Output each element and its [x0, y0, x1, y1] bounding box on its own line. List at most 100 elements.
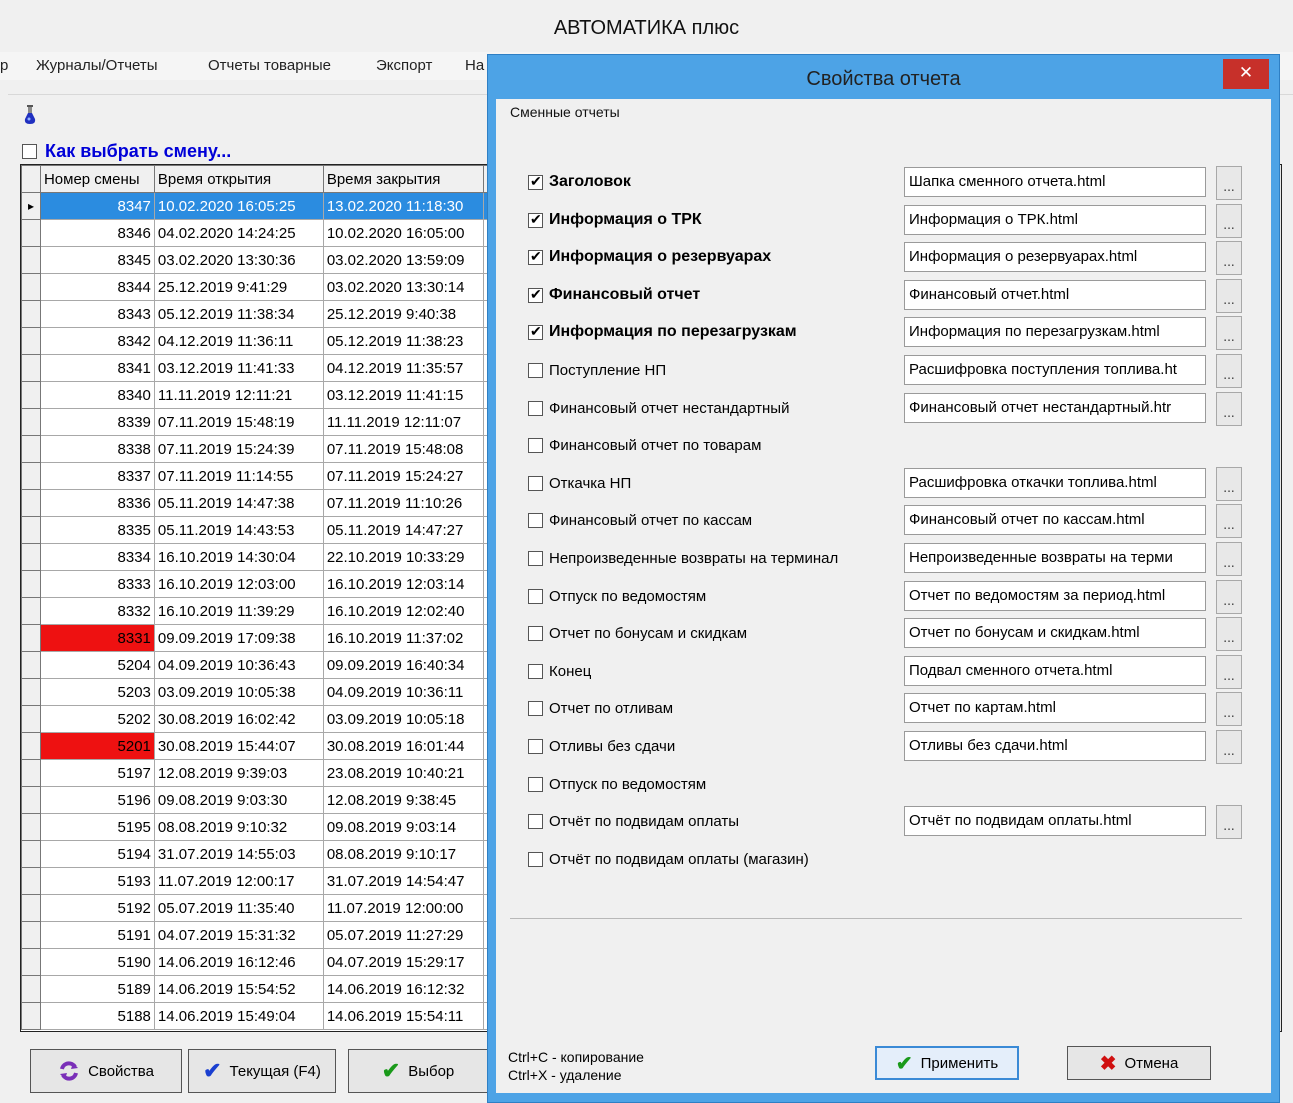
menu-journals-reports[interactable]: Журналы/Отчеты — [36, 52, 158, 80]
row-indicator[interactable] — [21, 759, 41, 787]
report-item[interactable]: Непроизведенные возвраты на терминал — [528, 548, 838, 568]
open-time-cell[interactable]: 04.09.2019 10:36:43 — [153, 651, 324, 679]
shift-number-cell[interactable]: 5194 — [39, 840, 155, 868]
row-indicator[interactable] — [21, 597, 41, 625]
menu-goods-reports[interactable]: Отчеты товарные — [208, 52, 331, 80]
row-indicator[interactable] — [21, 1002, 41, 1030]
open-time-cell[interactable]: 07.11.2019 15:48:19 — [153, 408, 324, 436]
row-indicator[interactable] — [21, 327, 41, 355]
close-time-cell[interactable]: 11.07.2019 12:00:00 — [322, 894, 484, 922]
close-time-cell[interactable]: 05.07.2019 11:27:29 — [322, 921, 484, 949]
report-item-checkbox[interactable] — [528, 550, 543, 566]
shift-number-cell[interactable]: 5201 — [39, 732, 155, 760]
report-template-field[interactable]: Информация о ТРК.html — [904, 205, 1206, 235]
shift-number-cell[interactable]: 8332 — [39, 597, 155, 625]
open-time-cell[interactable]: 05.11.2019 14:43:53 — [153, 516, 324, 544]
current-row-indicator-icon[interactable]: ▸ — [21, 192, 41, 220]
row-indicator[interactable] — [21, 408, 41, 436]
close-time-cell[interactable]: 16.10.2019 12:02:40 — [322, 597, 484, 625]
close-time-cell[interactable]: 09.08.2019 9:03:14 — [322, 813, 484, 841]
browse-button[interactable]: ... — [1216, 805, 1242, 839]
shift-number-cell[interactable]: 8338 — [39, 435, 155, 463]
report-item[interactable]: Откачка НП — [528, 473, 631, 493]
browse-button[interactable]: ... — [1216, 692, 1242, 726]
close-time-cell[interactable]: 23.08.2019 10:40:21 — [322, 759, 484, 787]
browse-button[interactable]: ... — [1216, 204, 1242, 238]
open-time-cell[interactable]: 04.07.2019 15:31:32 — [153, 921, 324, 949]
report-item[interactable]: Отпуск по ведомостям — [528, 774, 706, 794]
shift-number-cell[interactable]: 5204 — [39, 651, 155, 679]
shift-number-cell[interactable]: 8344 — [39, 273, 155, 301]
cancel-button[interactable]: ✖ Отмена — [1067, 1046, 1211, 1080]
close-time-cell[interactable]: 10.02.2020 16:05:00 — [322, 219, 484, 247]
close-time-cell[interactable]: 13.02.2020 11:18:30 — [322, 192, 484, 220]
report-template-field[interactable]: Шапка сменного отчета.html — [904, 167, 1206, 197]
shift-number-cell[interactable]: 8347 — [39, 192, 155, 220]
row-indicator[interactable] — [21, 219, 41, 247]
choose-shift-checkbox[interactable] — [22, 143, 37, 159]
shift-number-cell[interactable]: 5196 — [39, 786, 155, 814]
close-time-cell[interactable]: 22.10.2019 10:33:29 — [322, 543, 484, 571]
open-time-cell[interactable]: 07.11.2019 15:24:39 — [153, 435, 324, 463]
report-item-checkbox[interactable] — [528, 738, 543, 754]
close-time-cell[interactable]: 16.10.2019 12:03:14 — [322, 570, 484, 598]
select-button[interactable]: ✔ Выбор — [348, 1049, 488, 1093]
open-time-cell[interactable]: 08.08.2019 9:10:32 — [153, 813, 324, 841]
open-time-cell[interactable]: 14.06.2019 15:49:04 — [153, 1002, 324, 1030]
report-item[interactable]: Информация о ТРК — [528, 210, 702, 230]
report-item[interactable]: Отпуск по ведомостям — [528, 586, 706, 606]
close-time-cell[interactable]: 16.10.2019 11:37:02 — [322, 624, 484, 652]
report-item[interactable]: Отчет по бонусам и скидкам — [528, 623, 747, 643]
row-indicator[interactable] — [21, 435, 41, 463]
close-time-cell[interactable]: 14.06.2019 16:12:32 — [322, 975, 484, 1003]
report-template-field[interactable]: Финансовый отчет по кассам.html — [904, 505, 1206, 535]
row-indicator[interactable] — [21, 354, 41, 382]
close-time-cell[interactable]: 05.12.2019 11:38:23 — [322, 327, 484, 355]
report-item[interactable]: Отчет по отливам — [528, 698, 673, 718]
report-item-checkbox[interactable] — [528, 851, 543, 867]
shift-number-cell[interactable]: 5188 — [39, 1002, 155, 1030]
report-template-field[interactable]: Расшифровка поступления топлива.ht — [904, 355, 1206, 385]
open-time-cell[interactable]: 09.09.2019 17:09:38 — [153, 624, 324, 652]
report-template-field[interactable]: Отчет по ведомостям за период.html — [904, 581, 1206, 611]
browse-button[interactable]: ... — [1216, 542, 1242, 576]
row-indicator[interactable] — [21, 570, 41, 598]
close-time-cell[interactable]: 03.12.2019 11:41:15 — [322, 381, 484, 409]
shift-number-cell[interactable]: 5190 — [39, 948, 155, 976]
choose-shift-link[interactable]: Как выбрать смену... — [45, 141, 231, 162]
open-time-cell[interactable]: 07.11.2019 11:14:55 — [153, 462, 324, 490]
shift-number-cell[interactable]: 8346 — [39, 219, 155, 247]
shift-number-cell[interactable]: 8339 — [39, 408, 155, 436]
row-indicator[interactable] — [21, 678, 41, 706]
browse-button[interactable]: ... — [1216, 392, 1242, 426]
browse-button[interactable]: ... — [1216, 580, 1242, 614]
browse-button[interactable]: ... — [1216, 655, 1242, 689]
report-item-checkbox[interactable] — [528, 437, 543, 453]
close-time-cell[interactable]: 14.06.2019 15:54:11 — [322, 1002, 484, 1030]
report-item[interactable]: Информация по перезагрузкам — [528, 322, 797, 342]
close-time-cell[interactable]: 07.11.2019 15:24:27 — [322, 462, 484, 490]
open-time-cell[interactable]: 16.10.2019 11:39:29 — [153, 597, 324, 625]
report-item-checkbox[interactable] — [528, 248, 543, 265]
report-item[interactable]: Финансовый отчет нестандартный — [528, 398, 789, 418]
report-item-checkbox[interactable] — [528, 475, 543, 491]
report-item[interactable]: Информация о резервуарах — [528, 247, 771, 267]
menu-export[interactable]: Экспорт — [376, 52, 432, 80]
report-item-checkbox[interactable] — [528, 813, 543, 829]
row-indicator[interactable] — [21, 300, 41, 328]
row-indicator[interactable] — [21, 273, 41, 301]
browse-button[interactable]: ... — [1216, 279, 1242, 313]
menu-item-partial[interactable]: р — [0, 52, 8, 80]
report-template-field[interactable]: Отчет по картам.html — [904, 693, 1206, 723]
close-time-cell[interactable]: 30.08.2019 16:01:44 — [322, 732, 484, 760]
browse-button[interactable]: ... — [1216, 241, 1242, 275]
report-item[interactable]: Финансовый отчет по кассам — [528, 510, 752, 530]
shift-number-cell[interactable]: 8340 — [39, 381, 155, 409]
properties-button[interactable]: Свойства — [30, 1049, 182, 1093]
report-item-checkbox[interactable] — [528, 776, 543, 792]
report-item-checkbox[interactable] — [528, 362, 543, 378]
open-time-cell[interactable]: 05.11.2019 14:47:38 — [153, 489, 324, 517]
row-indicator[interactable] — [21, 651, 41, 679]
row-indicator[interactable] — [21, 246, 41, 274]
close-time-cell[interactable]: 07.11.2019 11:10:26 — [322, 489, 484, 517]
